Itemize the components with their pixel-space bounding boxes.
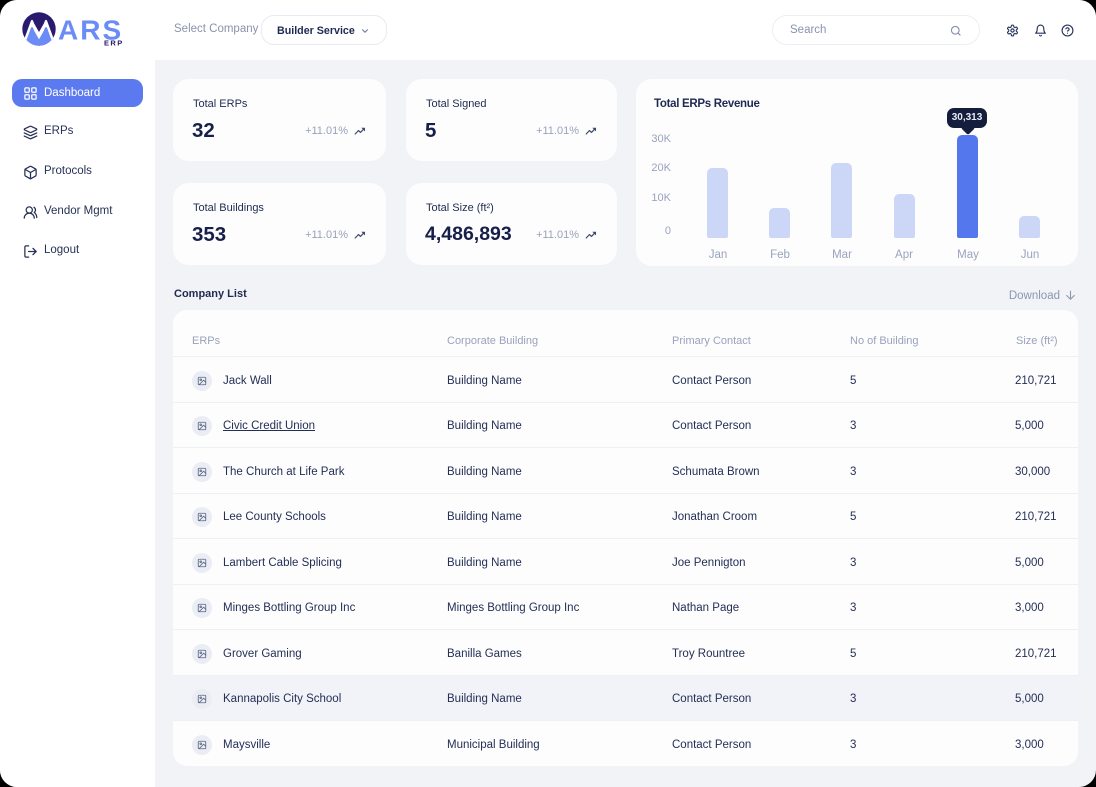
- svg-text:ERP: ERP: [104, 39, 124, 48]
